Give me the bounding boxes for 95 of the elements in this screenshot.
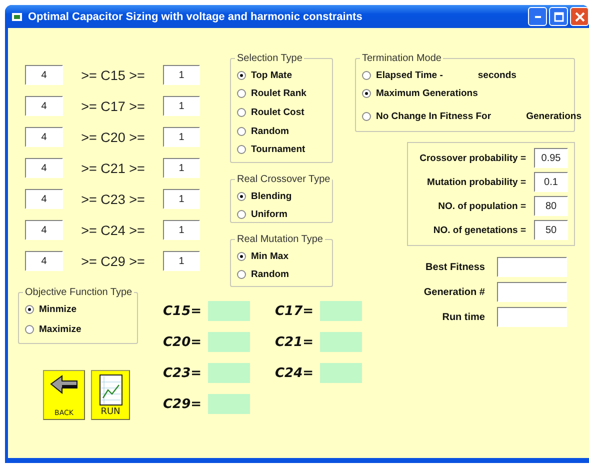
range-label: >= C17 >= [80,98,146,114]
output-label: Best Fitness [424,262,485,272]
radio-option[interactable]: Tournament [237,144,306,156]
group-title: Termination Mode [361,53,442,64]
output-field[interactable] [497,282,567,302]
result-field [208,301,250,321]
close-icon [574,12,584,22]
radio-option[interactable]: Roulet Rank [237,88,306,100]
group-title: Real Mutation Type [236,234,324,245]
parameter-label: Crossover probability = [420,152,526,164]
radio-option[interactable]: Maximum Generations [362,88,478,100]
radio-option[interactable]: Uniform [237,209,288,220]
upper-bound-field[interactable]: 4 [25,189,63,209]
result-field [208,394,250,414]
radio-button[interactable] [362,112,371,121]
group-title: Real Crossover Type [236,174,332,185]
result-label: C17= [275,304,315,318]
radio-option[interactable]: Minmize [25,304,76,316]
parameter-field[interactable]: 0.95 [534,148,568,168]
result-field [320,363,362,383]
upper-bound-field[interactable]: 4 [25,251,63,271]
result-label: C29= [163,396,203,412]
lower-bound-field[interactable]: 1 [163,96,200,116]
radio-option[interactable]: Random [237,126,289,137]
radio-button[interactable] [237,126,246,136]
minimize-icon [534,16,540,18]
radio-option[interactable]: Random [237,269,289,280]
radio-option[interactable]: No Change In Fitness For [362,110,492,122]
result-label: C24= [275,366,315,380]
maximize-icon [554,12,564,22]
output-field[interactable] [497,257,567,277]
lower-bound-field[interactable]: 1 [163,220,200,240]
output-label: Generation # [422,286,485,298]
radio-button[interactable] [237,89,246,98]
maximize-button[interactable] [549,7,568,26]
radio-option[interactable]: Maximize [25,324,82,335]
unit-label: seconds [478,70,516,81]
lower-bound-field[interactable]: 1 [163,189,200,209]
output-field[interactable] [497,307,567,327]
parameter-label: NO. of genetations = [433,224,526,236]
group-title: Selection Type [236,53,304,64]
app-icon [11,10,23,22]
range-label: >= C29 >= [80,254,146,268]
left-arrow-icon [50,374,78,394]
range-label: >= C24 >= [80,222,146,238]
radio-button[interactable] [362,89,371,98]
radio-button[interactable] [237,252,246,261]
radio-button[interactable] [237,192,246,201]
lower-bound-field[interactable]: 1 [163,251,200,271]
lower-bound-field[interactable]: 1 [163,127,200,147]
radio-button[interactable] [25,305,34,314]
run-button[interactable]: RUN [91,370,130,420]
chart-icon [98,374,122,406]
radio-button[interactable] [237,108,246,117]
parameter-label: Mutation probability = [427,176,526,188]
radio-option[interactable]: Top Mate [237,70,292,81]
radio-button[interactable] [237,70,246,80]
result-label: C15= [163,304,203,318]
group-title: Objective Function Type [24,287,134,298]
radio-option[interactable]: Elapsed Time - [362,70,443,81]
result-field [208,332,250,352]
range-label: >= C23 >= [80,192,146,206]
range-label: >= C15 >= [80,68,146,82]
radio-button[interactable] [237,210,246,220]
parameter-field[interactable]: 50 [534,220,568,240]
result-label: C20= [163,334,203,350]
lower-bound-field[interactable]: 1 [163,65,200,85]
range-label: >= C20 >= [80,130,146,144]
output-label: Run time [441,312,485,322]
radio-option[interactable]: Roulet Cost [237,106,304,118]
minimize-button[interactable] [528,7,547,26]
radio-button[interactable] [237,270,246,280]
radio-button[interactable] [25,324,34,334]
upper-bound-field[interactable]: 4 [25,158,63,178]
lower-bound-field[interactable]: 1 [163,158,200,178]
upper-bound-field[interactable]: 4 [25,96,63,116]
result-field [320,301,362,321]
close-button[interactable] [570,7,589,26]
radio-button[interactable] [237,145,246,154]
radio-option[interactable]: Blending [237,190,292,202]
radio-option[interactable]: Min Max [237,250,288,262]
parameter-label: NO. of population = [438,200,526,212]
radio-button[interactable] [362,70,371,80]
upper-bound-field[interactable]: 4 [25,65,63,85]
upper-bound-field[interactable]: 4 [25,127,63,147]
result-label: C23= [163,366,203,380]
result-field [208,363,250,383]
range-label: >= C21 >= [80,160,146,176]
result-field [320,332,362,352]
unit-label: Generations [526,110,582,122]
window-title: Optimal Capacitor Sizing with voltage and harmonic constraints [28,10,364,22]
result-label: C21= [275,334,315,350]
parameter-field[interactable]: 0.1 [534,172,568,192]
upper-bound-field[interactable]: 4 [25,220,63,240]
parameter-field[interactable]: 80 [534,196,568,216]
